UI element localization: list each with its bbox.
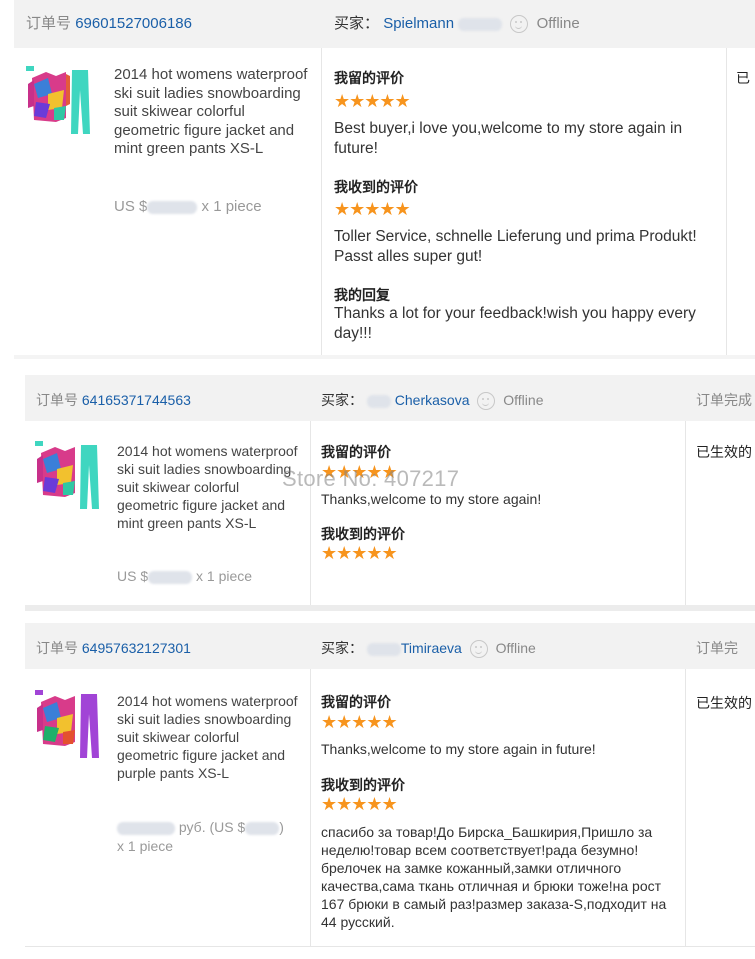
buyer-name-link[interactable]: Timiraeva xyxy=(401,640,462,656)
redacted-price xyxy=(117,821,175,835)
received-review-heading: 我收到的评价 xyxy=(321,527,405,543)
buyer-status: Offline xyxy=(536,15,580,32)
star-rating-icon: ★★★★★ xyxy=(334,199,411,220)
reply-text: Thanks a lot for your feedback!wish you … xyxy=(334,305,696,342)
order-card-1: 订单号 69601527006186 买家： Spielmann Offline… xyxy=(14,0,755,358)
column-divider xyxy=(726,48,727,358)
review-status-text: 已生效的 xyxy=(696,445,752,461)
order-card-3: 订单号 64957632127301 买家： Timiraeva Offline… xyxy=(25,623,755,947)
product-price: руб. (US $) x 1 piece xyxy=(117,819,284,854)
offline-face-icon xyxy=(477,392,496,411)
received-review-heading: 我收到的评价 xyxy=(321,778,405,794)
order-number-link[interactable]: 64165371744563 xyxy=(82,392,191,408)
product-title[interactable]: 2014 hot womens waterproof ski suit ladi… xyxy=(117,442,302,532)
order-complete-header: 订单完 xyxy=(696,640,738,656)
product-thumbnail[interactable] xyxy=(26,64,92,140)
buyer-status: Offline xyxy=(495,640,536,656)
row-divider xyxy=(25,946,755,947)
order-number-label: 订单号 xyxy=(36,392,78,408)
left-review-heading: 我留的评价 xyxy=(321,695,391,711)
review-status-text: 已生效的 xyxy=(696,696,752,712)
order-complete-header: 订单完成 xyxy=(696,392,752,408)
buyer-name-link[interactable]: Spielmann xyxy=(383,15,454,32)
redacted-price xyxy=(148,570,193,584)
product-title[interactable]: 2014 hot womens waterproof ski suit ladi… xyxy=(114,66,314,159)
column-divider xyxy=(685,669,686,947)
buyer-status: Offline xyxy=(503,392,544,408)
redacted-name xyxy=(458,17,503,31)
star-rating-icon: ★★★★★ xyxy=(321,712,398,733)
buyer-label: 买家： xyxy=(334,15,380,32)
buyer-label: 买家： xyxy=(321,392,363,408)
column-divider xyxy=(310,421,311,605)
left-review-text: Thanks,welcome to my store again in futu… xyxy=(321,741,596,757)
product-title[interactable]: 2014 hot womens waterproof ski suit ladi… xyxy=(117,692,302,782)
buyer-label: 买家： xyxy=(321,640,363,656)
order-header: 订单号 69601527006186 买家： Spielmann Offline xyxy=(14,0,755,48)
received-review-text: Toller Service, schnelle Lieferung und p… xyxy=(334,228,697,265)
offline-face-icon xyxy=(510,15,529,34)
redacted-price xyxy=(147,200,198,214)
order-number-label: 订单号 xyxy=(36,640,78,656)
left-review-text: Best buyer,i love you,welcome to my stor… xyxy=(334,120,683,157)
redacted-name xyxy=(366,394,391,408)
order-separator xyxy=(25,605,755,611)
received-review-heading: 我收到的评价 xyxy=(334,180,418,196)
order-number-label: 订单号 xyxy=(26,15,72,32)
product-quantity: x 1 piece xyxy=(201,198,262,215)
offline-face-icon xyxy=(469,640,488,659)
left-review-heading: 我留的评价 xyxy=(334,71,404,87)
left-review-heading: 我留的评价 xyxy=(321,445,391,461)
column-divider xyxy=(310,669,311,947)
review-status-text: 已 xyxy=(736,71,750,87)
my-reply-heading: 我的回复 xyxy=(334,288,390,304)
star-rating-icon: ★★★★★ xyxy=(321,794,398,815)
order-separator xyxy=(14,355,755,359)
left-review-text: Thanks,welcome to my store again! xyxy=(321,491,542,507)
redacted-name xyxy=(366,642,401,656)
received-review-text: спасибо за товар!До Бирска_Башкирия,Приш… xyxy=(321,824,667,930)
product-thumbnail[interactable] xyxy=(35,439,101,515)
star-rating-icon: ★★★★★ xyxy=(321,543,398,564)
column-divider xyxy=(321,48,322,358)
buyer-name-link[interactable]: Cherkasova xyxy=(395,392,470,408)
star-rating-icon: ★★★★★ xyxy=(334,91,411,112)
product-quantity: x 1 piece xyxy=(196,568,253,584)
order-header: 订单号 64165371744563 买家： Cherkasova Offlin… xyxy=(25,375,755,421)
store-watermark: Store No: 407217 xyxy=(282,466,460,491)
product-thumbnail[interactable] xyxy=(35,688,101,764)
order-header: 订单号 64957632127301 买家： Timiraeva Offline… xyxy=(25,623,755,669)
redacted-price xyxy=(245,821,280,835)
product-quantity: x 1 piece xyxy=(117,837,174,854)
product-price: US $ x 1 piece xyxy=(114,198,262,215)
order-number-link[interactable]: 69601527006186 xyxy=(75,15,192,32)
order-number-link[interactable]: 64957632127301 xyxy=(82,640,191,656)
column-divider xyxy=(685,421,686,605)
product-price: US $ x 1 piece xyxy=(117,568,253,584)
